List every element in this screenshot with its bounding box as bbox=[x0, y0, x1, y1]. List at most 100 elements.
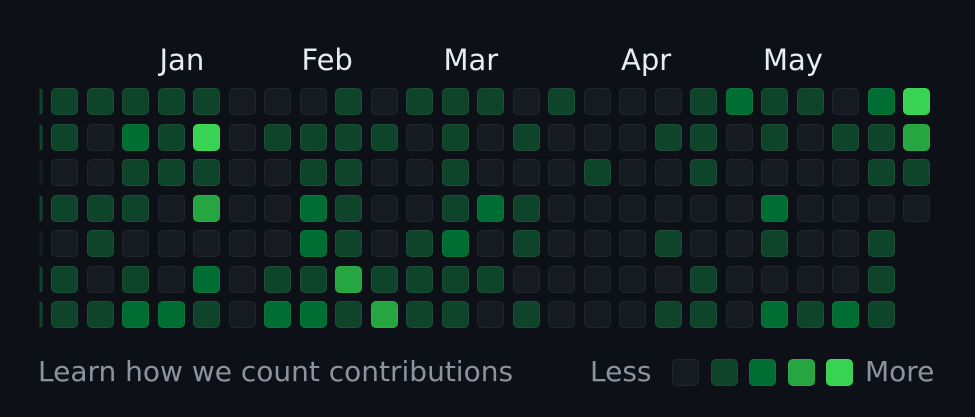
contribution-day-cell[interactable] bbox=[122, 194, 149, 222]
contribution-day-cell[interactable] bbox=[228, 88, 256, 115]
contribution-day-cell[interactable] bbox=[264, 301, 291, 328]
contribution-day-cell[interactable] bbox=[796, 123, 824, 151]
contribution-day-cell[interactable] bbox=[193, 88, 220, 115]
contribution-day-cell[interactable] bbox=[867, 230, 895, 257]
contribution-day-cell[interactable] bbox=[512, 159, 540, 186]
contribution-day-cell[interactable] bbox=[761, 123, 788, 151]
contribution-day-cell[interactable] bbox=[583, 230, 611, 257]
contribution-day-cell[interactable] bbox=[796, 301, 824, 328]
contribution-day-cell[interactable] bbox=[867, 123, 895, 151]
contribution-day-cell[interactable] bbox=[264, 123, 291, 151]
contribution-day-cell[interactable] bbox=[299, 194, 327, 222]
contribution-day-cell[interactable] bbox=[157, 88, 185, 115]
contribution-day-cell[interactable] bbox=[406, 301, 433, 328]
contribution-day-cell[interactable] bbox=[157, 265, 185, 293]
contribution-day-cell[interactable] bbox=[903, 123, 930, 151]
contribution-day-cell[interactable] bbox=[796, 88, 824, 115]
contribution-day-cell[interactable] bbox=[690, 265, 717, 293]
contribution-day-cell[interactable] bbox=[406, 159, 433, 186]
contribution-day-cell[interactable] bbox=[441, 123, 469, 151]
contribution-day-cell[interactable] bbox=[548, 194, 575, 222]
contribution-day-cell[interactable] bbox=[193, 301, 220, 328]
contribution-day-cell-clipped[interactable] bbox=[39, 159, 43, 186]
contribution-day-cell[interactable] bbox=[512, 194, 540, 222]
contribution-day-cell[interactable] bbox=[299, 159, 327, 186]
contribution-day-cell[interactable] bbox=[193, 159, 220, 186]
contribution-day-cell[interactable] bbox=[86, 194, 114, 222]
contribution-day-cell[interactable] bbox=[335, 88, 362, 115]
learn-how-we-count-link[interactable]: Learn how we count contributions bbox=[38, 354, 513, 390]
contribution-day-cell[interactable] bbox=[619, 159, 646, 186]
contribution-day-cell[interactable] bbox=[228, 265, 256, 293]
contribution-day-cell[interactable] bbox=[477, 265, 504, 293]
contribution-day-cell[interactable] bbox=[441, 88, 469, 115]
contribution-day-cell[interactable] bbox=[51, 230, 78, 257]
contribution-day-cell[interactable] bbox=[157, 301, 185, 328]
contribution-day-cell[interactable] bbox=[228, 301, 256, 328]
contribution-day-cell-clipped[interactable] bbox=[39, 194, 43, 222]
contribution-day-cell[interactable] bbox=[441, 194, 469, 222]
contribution-day-cell[interactable] bbox=[832, 194, 859, 222]
contribution-day-cell[interactable] bbox=[512, 123, 540, 151]
contribution-day-cell[interactable] bbox=[619, 265, 646, 293]
contribution-day-cell[interactable] bbox=[477, 123, 504, 151]
contribution-day-cell[interactable] bbox=[370, 265, 398, 293]
contribution-day-cell[interactable] bbox=[51, 159, 78, 186]
contribution-day-cell[interactable] bbox=[228, 123, 256, 151]
contribution-day-cell[interactable] bbox=[796, 230, 824, 257]
contribution-day-cell[interactable] bbox=[441, 301, 469, 328]
contribution-day-cell[interactable] bbox=[654, 265, 682, 293]
contribution-day-cell[interactable] bbox=[512, 88, 540, 115]
contribution-day-cell[interactable] bbox=[619, 230, 646, 257]
contribution-day-cell-clipped[interactable] bbox=[39, 88, 43, 115]
contribution-day-cell[interactable] bbox=[725, 301, 753, 328]
contribution-day-cell[interactable] bbox=[548, 123, 575, 151]
contribution-day-cell[interactable] bbox=[477, 159, 504, 186]
contribution-day-cell[interactable] bbox=[832, 265, 859, 293]
contribution-day-cell[interactable] bbox=[51, 88, 78, 115]
contribution-day-cell[interactable] bbox=[122, 159, 149, 186]
contribution-day-cell[interactable] bbox=[193, 230, 220, 257]
contribution-day-cell[interactable] bbox=[654, 88, 682, 115]
contribution-day-cell[interactable] bbox=[548, 88, 575, 115]
contribution-day-cell[interactable] bbox=[619, 123, 646, 151]
contribution-day-cell[interactable] bbox=[583, 265, 611, 293]
contribution-day-cell[interactable] bbox=[299, 265, 327, 293]
contribution-day-cell[interactable] bbox=[477, 230, 504, 257]
contribution-day-cell[interactable] bbox=[51, 123, 78, 151]
contribution-day-cell[interactable] bbox=[335, 301, 362, 328]
contribution-day-cell[interactable] bbox=[299, 88, 327, 115]
contribution-day-cell[interactable] bbox=[761, 230, 788, 257]
contribution-day-cell-clipped[interactable] bbox=[39, 265, 43, 293]
contribution-day-cell[interactable] bbox=[477, 301, 504, 328]
contribution-day-cell[interactable] bbox=[157, 230, 185, 257]
contribution-day-cell[interactable] bbox=[228, 230, 256, 257]
contribution-day-cell[interactable] bbox=[654, 301, 682, 328]
contribution-day-cell[interactable] bbox=[903, 194, 930, 222]
contribution-day-cell[interactable] bbox=[796, 159, 824, 186]
contribution-day-cell[interactable] bbox=[122, 123, 149, 151]
contribution-day-cell[interactable] bbox=[335, 159, 362, 186]
contribution-day-cell[interactable] bbox=[228, 194, 256, 222]
contribution-day-cell[interactable] bbox=[264, 230, 291, 257]
contribution-day-cell[interactable] bbox=[832, 301, 859, 328]
contribution-day-cell[interactable] bbox=[761, 88, 788, 115]
contribution-day-cell[interactable] bbox=[903, 88, 930, 115]
contribution-day-cell[interactable] bbox=[122, 230, 149, 257]
contribution-day-cell[interactable] bbox=[299, 123, 327, 151]
contribution-day-cell[interactable] bbox=[157, 194, 185, 222]
contribution-day-cell[interactable] bbox=[654, 194, 682, 222]
contribution-day-cell[interactable] bbox=[761, 265, 788, 293]
contribution-day-cell[interactable] bbox=[867, 194, 895, 222]
contribution-day-cell[interactable] bbox=[264, 265, 291, 293]
contribution-day-cell[interactable] bbox=[583, 194, 611, 222]
contribution-day-cell-clipped[interactable] bbox=[39, 123, 43, 151]
contribution-day-cell[interactable] bbox=[512, 230, 540, 257]
contribution-day-cell[interactable] bbox=[512, 301, 540, 328]
contribution-day-cell[interactable] bbox=[477, 88, 504, 115]
contribution-day-cell[interactable] bbox=[654, 230, 682, 257]
contribution-day-cell[interactable] bbox=[548, 265, 575, 293]
contribution-day-cell[interactable] bbox=[583, 123, 611, 151]
contribution-day-cell[interactable] bbox=[690, 159, 717, 186]
contribution-day-cell[interactable] bbox=[583, 301, 611, 328]
